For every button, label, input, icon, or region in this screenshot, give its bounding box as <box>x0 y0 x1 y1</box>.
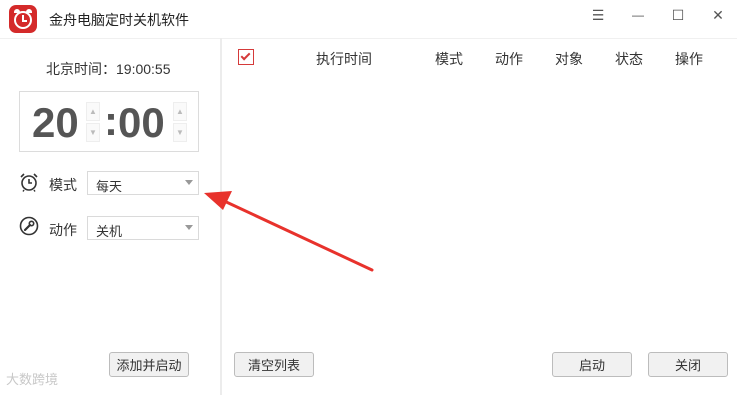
annotation-arrow <box>204 191 374 272</box>
